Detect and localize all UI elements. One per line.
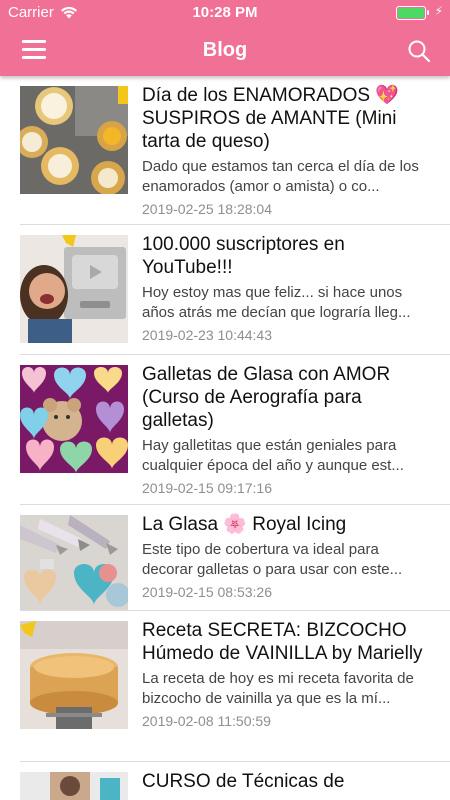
vanilla-sponge-cake-photo [20,621,128,729]
navigation-bar: Blog [0,26,450,76]
post-date: 2019-02-23 10:44:43 [142,327,272,343]
list-item[interactable]: Receta SECRETA: BIZCOCHO Húmedo de VAINI… [0,611,450,762]
list-item[interactable]: La Glasa 🌸 Royal Icing Este tipo de cobe… [0,505,450,611]
post-title: 100.000 suscriptores en YouTube!!! [142,234,345,278]
battery-level [398,8,424,18]
app-header: Carrier 10:28 PM ⚡ Blog [0,0,450,76]
post-excerpt: Este tipo de cobertura va ideal para dec… [142,541,403,578]
post-date: 2019-02-25 18:28:04 [142,201,272,217]
piping-bags-photo [20,515,128,611]
battery-icon [396,6,429,20]
post-excerpt: Hay galletitas que están geniales para c… [142,437,404,474]
post-title: La Glasa 🌸 Royal Icing [142,514,347,535]
list-item[interactable]: Día de los ENAMORADOS 💖 SUSPIROS de AMAN… [0,76,450,225]
post-date: 2019-02-15 08:53:26 [142,584,272,600]
list-item[interactable]: CURSO de Técnicas de [0,762,450,800]
search-icon[interactable] [406,38,432,64]
course-photo [20,772,128,800]
status-time: 10:28 PM [192,4,258,21]
post-title: Galletas de Glasa con AMOR (Curso de Aer… [142,364,391,431]
post-title: Receta SECRETA: BIZCOCHO Húmedo de VAINI… [142,620,423,664]
post-title: Día de los ENAMORADOS 💖 SUSPIROS de AMAN… [142,85,400,152]
heart-cookies-photo [20,365,128,473]
post-list[interactable]: Día de los ENAMORADOS 💖 SUSPIROS de AMAN… [0,76,450,800]
list-item[interactable]: 100.000 suscriptores en YouTube!!! Hoy e… [0,225,450,355]
charging-icon: ⚡ [434,4,443,18]
post-excerpt: La receta de hoy es mi receta favorita d… [142,670,414,707]
post-date: 2019-02-08 11:50:59 [142,713,271,729]
post-excerpt: Hoy estoy mas que feliz... si hace unos … [142,284,411,321]
status-bar: Carrier 10:28 PM ⚡ [0,0,450,26]
post-title: CURSO de Técnicas de [142,771,345,792]
youtube-award-photo [20,235,128,343]
post-date: 2019-02-15 09:17:16 [142,480,272,496]
page-title: Blog [202,39,248,61]
list-item[interactable]: Galletas de Glasa con AMOR (Curso de Aer… [0,355,450,505]
hamburger-menu-icon[interactable] [22,40,46,60]
post-excerpt: Dado que estamos tan cerca el día de los… [142,158,419,195]
mini-cheesecakes-photo [20,86,128,194]
